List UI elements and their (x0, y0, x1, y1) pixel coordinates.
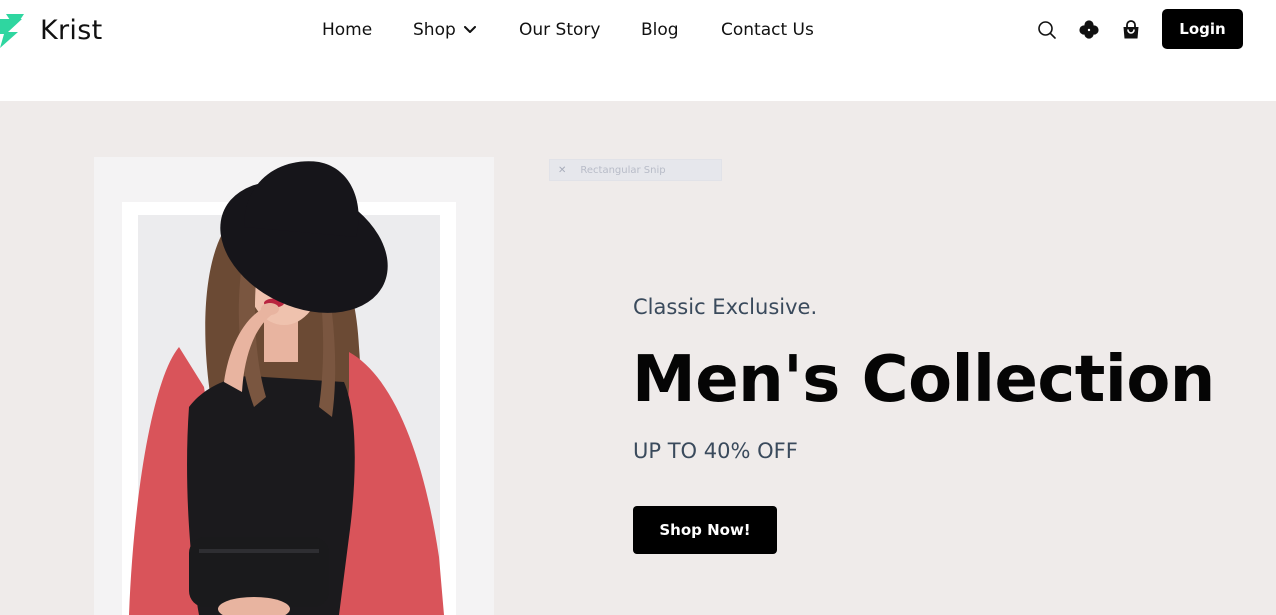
snip-label: Rectangular Snip (580, 164, 666, 176)
clover-icon (1079, 20, 1099, 39)
login-button-label: Login (1179, 20, 1226, 38)
cart-button[interactable] (1119, 18, 1143, 42)
login-button[interactable]: Login (1162, 9, 1243, 49)
nav-contact-us-label: Contact Us (721, 20, 814, 40)
brand-name: Krist (40, 14, 103, 46)
wishlist-button[interactable] (1077, 18, 1101, 42)
nav-blog[interactable]: Blog (641, 18, 679, 42)
lightning-logo-icon (0, 14, 24, 48)
search-button[interactable] (1035, 18, 1059, 42)
nav-shop-label: Shop (413, 20, 456, 40)
nav-our-story[interactable]: Our Story (519, 18, 600, 42)
nav-shop[interactable]: Shop (413, 18, 476, 42)
shop-now-button[interactable]: Shop Now! (633, 506, 777, 554)
model-illustration (122, 161, 456, 615)
snip-close-icon[interactable]: ✕ (558, 165, 566, 176)
nav-contact-us[interactable]: Contact Us (721, 18, 814, 42)
search-icon (1038, 21, 1056, 39)
brand-logo[interactable]: Krist (0, 10, 102, 50)
shop-now-label: Shop Now! (659, 521, 751, 539)
hero-model-photo (94, 157, 494, 615)
nav-home[interactable]: Home (322, 18, 372, 42)
nav-home-label: Home (322, 20, 373, 40)
shopping-bag-icon (1123, 20, 1139, 39)
hero-kicker: Classic Exclusive. (633, 295, 818, 319)
hero-banner: ✕ Rectangular Snip Classic Exclusive. Me… (0, 101, 1276, 615)
site-header: Krist Home Shop Our Story Blog Contact U… (0, 0, 1276, 101)
nav-blog-label: Blog (641, 20, 679, 40)
hero-discount: UP TO 40% OFF (633, 439, 798, 463)
nav-our-story-label: Our Story (519, 20, 601, 40)
chevron-down-icon (463, 26, 476, 33)
hero-title: Men's Collection (632, 343, 1215, 417)
rectangular-snip-overlay[interactable]: ✕ Rectangular Snip (549, 159, 722, 181)
